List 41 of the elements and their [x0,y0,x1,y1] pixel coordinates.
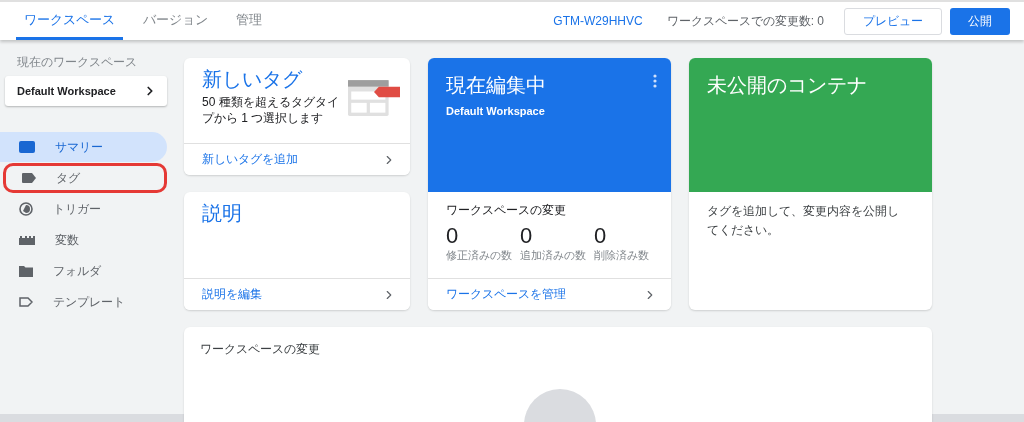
stat-label: 追加済みの数 [520,249,586,263]
workspace-selector[interactable]: Default Workspace [5,76,167,106]
more-icon[interactable] [653,74,657,88]
tab[interactable]: 管理 [228,2,270,40]
nav-item[interactable]: トリガー [0,194,167,224]
publish-button[interactable]: 公開 [950,7,1010,35]
panel-title: ワークスペースの変更 [200,341,321,358]
tag-icon [22,173,36,183]
card-icon [19,141,35,153]
manage-workspace-link[interactable]: ワークスペースを管理 [428,278,671,310]
nav-item[interactable]: 変数 [0,225,167,255]
tab[interactable]: ワークスペース [16,2,123,40]
card-message: タグを追加して、変更内容を公開してください。 [707,203,900,240]
nav-item[interactable]: テンプレート [0,287,167,317]
container-id: GTM-W29HHVC [553,14,643,28]
nav-item[interactable]: フォルダ [0,256,167,286]
add-tag-link[interactable]: 新しいタグを追加 [184,143,410,175]
blocks-icon [19,235,35,245]
template-icon [19,297,33,307]
tab[interactable]: バージョン [135,2,216,40]
edit-description-link[interactable]: 説明を編集 [184,278,410,310]
trigger-icon [19,202,33,216]
tag-illustration-drawing [348,80,400,116]
stat-value: 0 [594,223,608,249]
stat-value: 0 [520,223,534,249]
workspace-label: 現在のワークスペース [17,54,138,71]
preview-button[interactable]: プレビュー [844,7,942,35]
nav-item[interactable]: サマリー [0,132,167,162]
stat-label: 削除済み数 [594,249,649,263]
section-title: ワークスペースの変更 [446,202,567,219]
card-title: 新しいタグ [202,67,302,92]
card-description: 50 種類を超えるタグタイプから 1 つ選択します [202,95,340,127]
stat-value: 0 [446,223,460,249]
workspace-name: Default Workspace [446,105,546,117]
card-title: 説明 [202,201,242,226]
card-title: 現在編集中 [446,73,546,98]
card-title: 未公開のコンテナ [707,73,867,98]
stat-label: 修正済みの数 [446,249,512,263]
nav-item[interactable]: タグ [3,163,167,193]
folder-icon [19,265,33,277]
changes-count: ワークスペースでの変更数: 0 [666,12,824,30]
